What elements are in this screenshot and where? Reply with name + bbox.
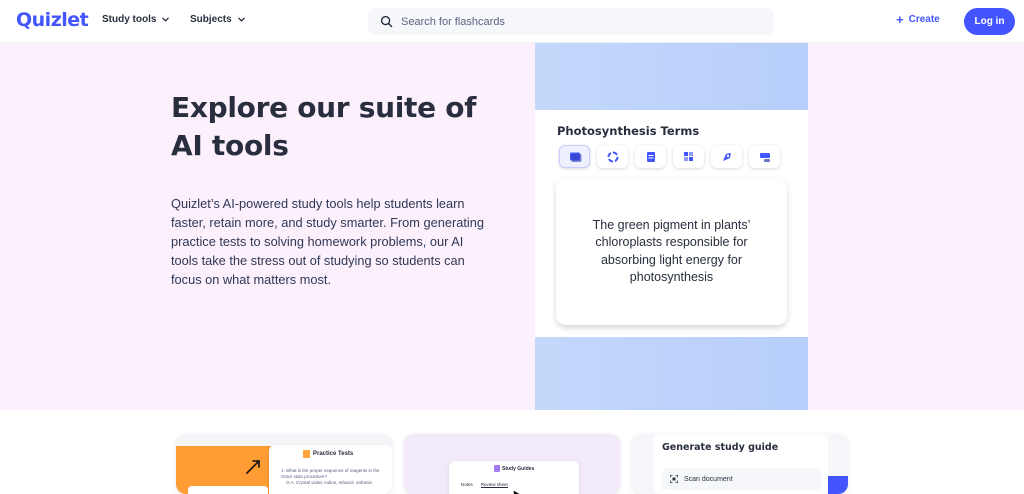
test-mode[interactable] [635, 145, 666, 168]
search-icon [380, 15, 393, 28]
hero-title: Explore our suite of AI tools [171, 91, 477, 162]
arrow-icon [246, 460, 260, 474]
study-guides-icon [494, 465, 500, 472]
blocks-icon [759, 152, 770, 162]
gradient-band-bottom [535, 337, 808, 410]
practice-tests-icon [303, 450, 310, 458]
login-button[interactable]: Log in [964, 8, 1015, 35]
subjects-label: Subjects [190, 14, 232, 25]
test-icon [646, 151, 655, 162]
practice-tests-card[interactable]: Practice Tests 1. What is the proper seq… [176, 434, 392, 494]
blast-mode[interactable] [711, 145, 742, 168]
flashcard-preview: Photosynthesis Terms The green pigment i… [535, 43, 808, 410]
study-guide-tabs: Notes Review sheet [461, 482, 508, 488]
generate-study-guide-card[interactable]: Generate study guide Scan document [632, 434, 848, 494]
study-guides-panel: Study Guides Notes Review sheet [449, 461, 579, 494]
flashcard[interactable]: The green pigment in plants’ chloroplast… [556, 178, 787, 325]
question-text: 1. What is the proper sequence of reagen… [281, 468, 380, 479]
flashcards-icon [569, 152, 581, 162]
learn-mode[interactable] [597, 145, 628, 168]
cursor-icon [509, 488, 523, 494]
generate-title: Generate study guide [662, 442, 779, 453]
hero-section: Explore our suite of AI tools Quizlet’s … [0, 43, 1024, 410]
chevron-down-icon [162, 17, 170, 22]
learn-icon [607, 151, 618, 162]
practice-question: 1. What is the proper sequence of reagen… [281, 468, 389, 486]
tab-notes[interactable]: Notes [461, 482, 473, 488]
study-guides-title: Study Guides [502, 466, 535, 472]
flashcards-mode[interactable] [559, 145, 590, 168]
scan-icon [670, 475, 678, 483]
flashcard-definition: The green pigment in plants’ chloroplast… [592, 217, 751, 285]
study-tools-menu[interactable]: Study tools [102, 14, 170, 25]
set-title: Photosynthesis Terms [557, 124, 700, 138]
blocks-mode[interactable] [749, 145, 780, 168]
study-mode-icons [559, 145, 780, 168]
create-button[interactable]: + Create [896, 11, 940, 27]
practice-tests-panel: Practice Tests 1. What is the proper seq… [269, 445, 392, 494]
match-icon [683, 151, 693, 161]
practice-tests-title: Practice Tests [313, 451, 354, 457]
gradient-band-top [535, 43, 808, 110]
tab-review-sheet[interactable]: Review sheet [480, 482, 508, 488]
create-label: Create [908, 14, 940, 25]
study-guides-card[interactable]: Study Guides Notes Review sheet [404, 434, 620, 494]
study-tools-label: Study tools [102, 14, 157, 25]
top-nav-bar: Quizlet Study tools Subjects + Create Lo… [0, 0, 1024, 43]
match-mode[interactable] [673, 145, 704, 168]
blue-accent [828, 476, 848, 494]
plus-icon: + [896, 11, 904, 27]
scan-label: Scan document [684, 475, 733, 483]
search-input[interactable] [401, 15, 741, 28]
answer-box [188, 486, 268, 494]
subjects-menu[interactable]: Subjects [190, 14, 246, 25]
option-text: O A. Crystal violet, iodine, ethanol, sa… [281, 480, 373, 485]
chevron-down-icon [237, 17, 245, 22]
hero-description: Quizlet’s AI-powered study tools help st… [171, 196, 484, 287]
quizlet-logo[interactable]: Quizlet [16, 9, 89, 31]
search-bar[interactable] [368, 8, 774, 35]
scan-document-button[interactable]: Scan document [662, 468, 822, 490]
ai-tools-cards: Practice Tests 1. What is the proper seq… [0, 410, 1024, 494]
blast-icon [722, 152, 731, 161]
